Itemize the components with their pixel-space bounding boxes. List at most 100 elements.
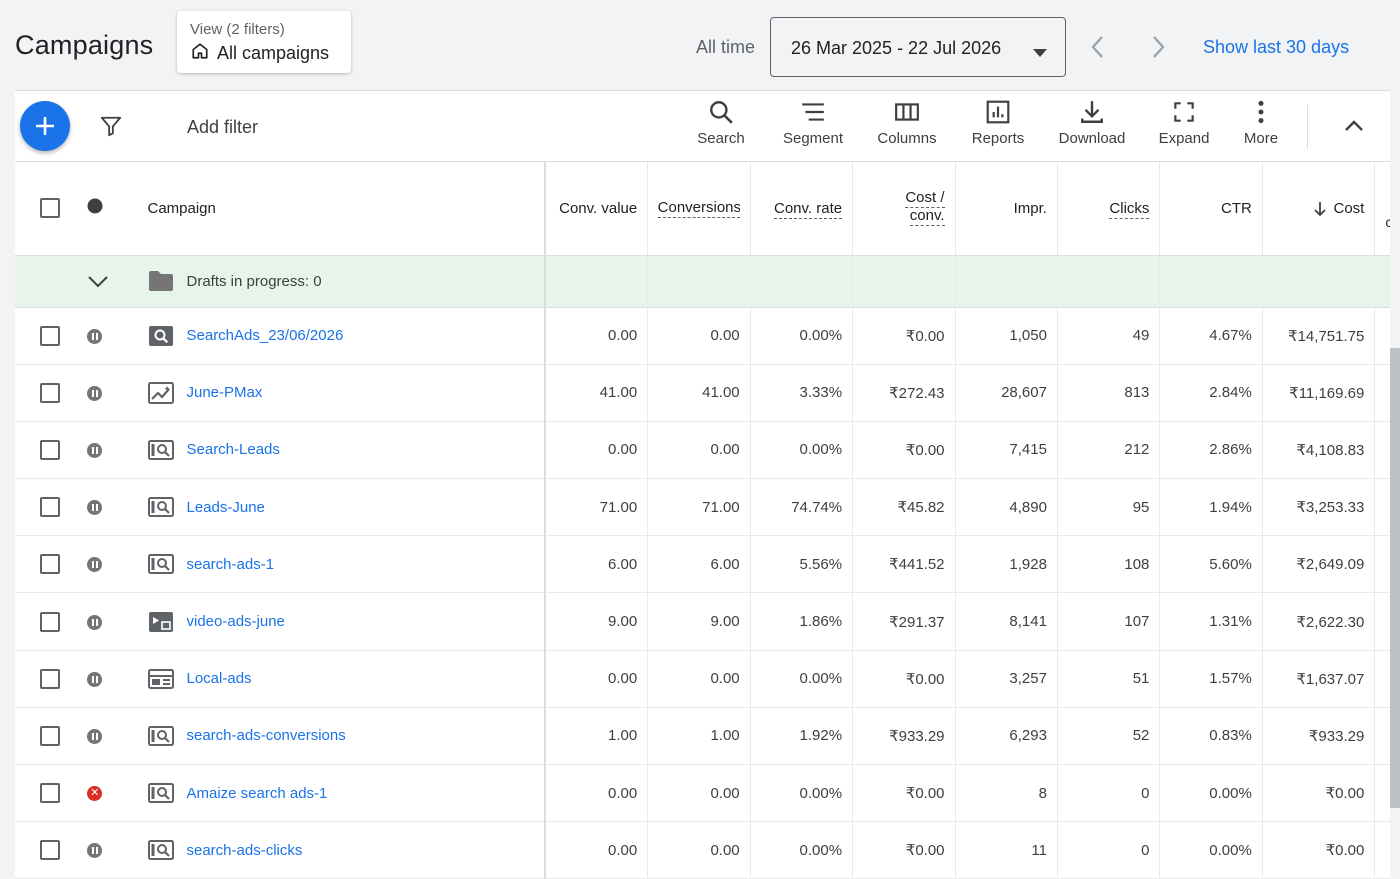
row-checkbox[interactable] [40,497,61,518]
cell-conv-rate: 0.00% [749,421,853,480]
cell-clicks: 0 [1056,764,1160,823]
cell-conv-value: 41.00 [544,364,648,422]
table-row[interactable]: video-ads-june 9.00 9.00 1.86% ₹291.37 8,141 1… [15,592,1390,651]
search-network-icon [147,725,174,747]
ctr-column-header[interactable]: CTR [1159,162,1263,256]
cost-per-conv-column-header[interactable]: Cost / conv. [852,162,956,256]
columns-icon [895,103,919,121]
cell-cost: ₹933.29 [1261,707,1375,766]
row-checkbox[interactable] [40,725,61,746]
cell-conversions: 0.00 [647,650,751,708]
table-row[interactable]: Search-Leads 0.00 0.00 0.00% ₹0.00 7,415 212 2.… [15,421,1390,480]
cost-column-header[interactable]: Cost [1261,162,1375,256]
select-all-checkbox[interactable] [40,198,61,219]
view-value: All campaigns [217,43,330,63]
conversions-column-header[interactable]: Conversions [647,162,751,256]
campaigns-table: Campaign Conv. value Conversions Conv. r… [15,162,1390,879]
cell-impr: 7,415 [954,421,1058,480]
paused-status-icon[interactable] [87,443,103,458]
paused-status-icon[interactable] [87,671,103,687]
search-tool-button[interactable]: Search [687,99,755,157]
row-checkbox[interactable] [40,439,61,460]
row-checkbox[interactable] [40,325,61,346]
campaign-name-link[interactable]: Search-Leads [187,441,280,458]
campaign-name-link[interactable]: search-ads-conversions [187,727,346,744]
paused-status-icon[interactable] [87,500,103,516]
clicks-column-header[interactable]: Clicks [1056,162,1160,256]
cell-ctr: 1.57% [1159,650,1263,708]
campaign-name-link[interactable]: Amaize search ads-1 [187,785,328,802]
cell-cost: ₹4,108.83 [1261,421,1375,480]
row-checkbox[interactable] [40,382,61,403]
row-checkbox[interactable] [40,783,61,804]
cell-conv-rate: 3.33% [749,364,853,422]
filter-icon [100,116,122,137]
local-campaign-icon [147,668,174,690]
date-range-picker[interactable]: 26 Mar 2025 - 22 Jul 2026 [770,17,1066,77]
campaign-name-link[interactable]: search-ads-clicks [187,842,303,859]
reports-tool-button[interactable]: Reports [965,99,1031,157]
cell-impr: 8,141 [954,592,1058,651]
download-tool-button[interactable]: Download [1053,99,1131,157]
cell-conversions: 9.00 [647,592,751,651]
table-row[interactable]: search-ads-clicks 0.00 0.00 0.00% ₹0.00 11 0 0.… [15,821,1390,879]
row-checkbox[interactable] [40,611,61,632]
scrollbar-thumb[interactable] [1390,348,1400,808]
table-row[interactable]: ✕ Amaize search ads-1 0.00 0.00 0.00% ₹0.00 8 0… [15,764,1390,823]
table-row[interactable]: SearchAds_23/06/2026 0.00 0.00 0.00% ₹0.00 1,… [15,307,1390,365]
drafts-row[interactable]: Drafts in progress: 0 [15,255,1390,308]
search-tool-label: Search [697,130,745,147]
paused-status-icon[interactable] [87,614,103,630]
cell-conv-rate: 5.56% [749,535,853,594]
campaign-name-link[interactable]: SearchAds_23/06/2026 [187,327,344,344]
extra-column-header[interactable]: cc [1374,162,1390,256]
show-last-30-days-link[interactable]: Show last 30 days [1203,37,1349,58]
new-campaign-button[interactable] [20,101,70,151]
campaign-column-header[interactable]: Campaign [133,162,547,256]
table-toolbar: Add filter Search Segment Columns Report… [15,90,1390,162]
campaign-name-link[interactable]: June-PMax [187,384,263,401]
table-row[interactable]: Local-ads 0.00 0.00 0.00% ₹0.00 3,257 51 1.57% ₹… [15,650,1390,708]
more-tool-button[interactable]: More [1237,99,1285,157]
segment-tool-button[interactable]: Segment [777,99,849,157]
search-network-icon [147,439,174,461]
filter-button[interactable] [100,115,122,142]
cell-cost-conv: ₹272.43 [852,364,956,422]
plus-icon [36,117,54,135]
previous-period-button[interactable] [1087,34,1109,60]
add-filter-button[interactable]: Add filter [187,117,258,138]
row-checkbox[interactable] [40,554,61,575]
table-header-row: Campaign Conv. value Conversions Conv. r… [15,162,1390,256]
conv-rate-column-header[interactable]: Conv. rate [749,162,853,256]
table-row[interactable]: June-PMax 41.00 41.00 3.33% ₹272.43 28,607 813… [15,364,1390,422]
campaign-name-link[interactable]: Local-ads [187,670,252,687]
view-selector[interactable]: View (2 filters) All campaigns [177,11,351,73]
removed-status-icon[interactable]: ✕ [87,786,103,802]
expand-tool-button[interactable]: Expand [1153,99,1215,157]
paused-status-icon[interactable] [87,843,103,859]
row-checkbox[interactable] [40,668,61,689]
table-row[interactable]: Leads-June 71.00 71.00 74.74% ₹45.82 4,890 95 1… [15,478,1390,537]
chevron-up-icon [1345,120,1363,131]
paused-status-icon[interactable] [87,328,103,344]
paused-status-icon[interactable] [87,557,103,573]
impr-column-header[interactable]: Impr. [954,162,1058,256]
next-period-button[interactable] [1147,34,1169,60]
collapse-toolbar-button[interactable] [1342,117,1366,138]
row-checkbox[interactable] [40,840,61,861]
conv-value-column-header[interactable]: Conv. value [544,162,648,256]
cell-ctr: 1.31% [1159,592,1263,651]
paused-status-icon[interactable] [87,728,103,744]
campaign-name-link[interactable]: video-ads-june [187,613,285,630]
campaign-name-link[interactable]: search-ads-1 [187,556,275,573]
table-row[interactable]: search-ads-1 6.00 6.00 5.56% ₹441.52 1,928 108… [15,535,1390,594]
campaign-name-link[interactable]: Leads-June [187,499,265,516]
columns-tool-button[interactable]: Columns [871,99,943,157]
cell-cost-conv: ₹45.82 [852,478,956,537]
cell-clicks: 49 [1056,307,1160,365]
cell-impr: 28,607 [954,364,1058,422]
paused-status-icon[interactable] [87,385,103,401]
table-row[interactable]: search-ads-conversions 1.00 1.00 1.92% ₹933.… [15,707,1390,766]
status-header[interactable] [75,162,134,256]
chevron-right-icon [1153,36,1165,58]
